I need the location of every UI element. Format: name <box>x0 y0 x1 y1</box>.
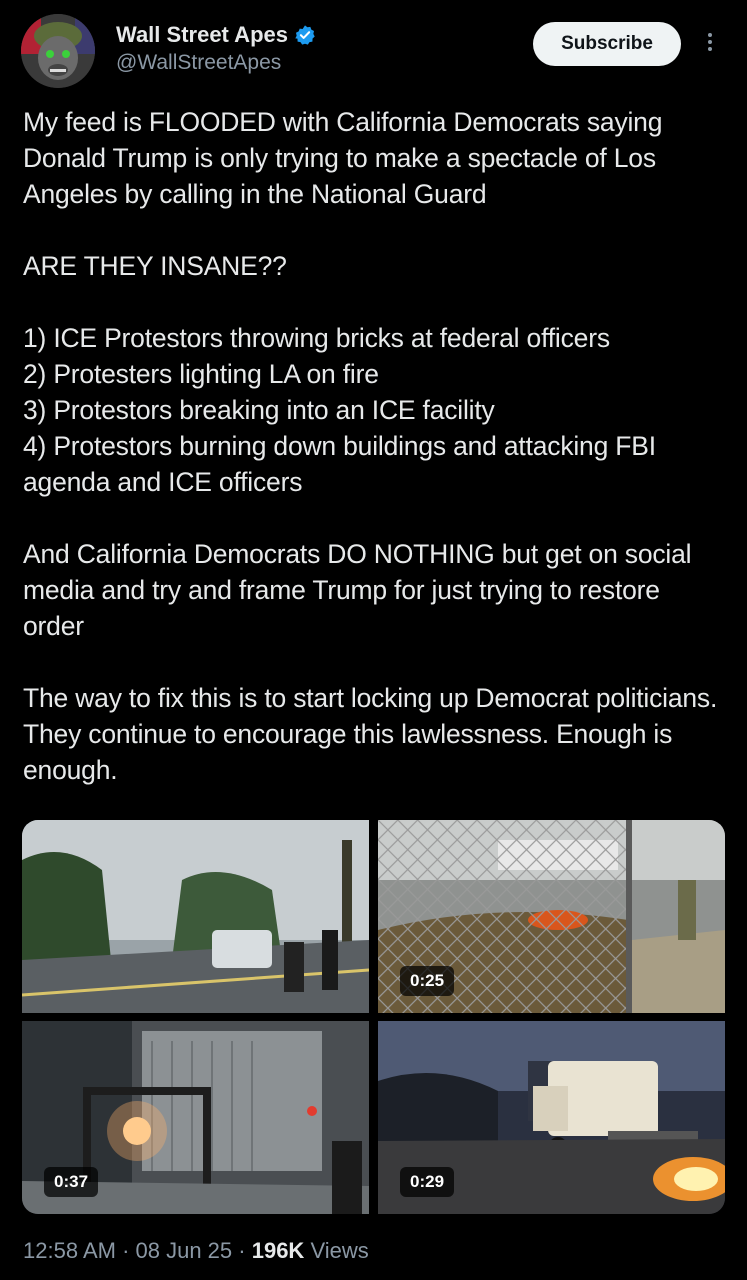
author-handle[interactable]: @WallStreetApes <box>116 51 281 75</box>
tweet-header: Wall Street Apes @WallStreetApes Subscri… <box>0 0 747 100</box>
views-count: 196K <box>251 1238 305 1263</box>
meta-separator: · <box>232 1238 252 1263</box>
tweet-list-item: 1) ICE Protestors throwing bricks at fed… <box>23 323 610 353</box>
tweet-paragraph: The way to fix this is to start locking … <box>23 683 718 785</box>
tweet-list-item: 2) Protesters lighting LA on fire <box>23 359 379 389</box>
tweet-list-item: 3) Protestors breaking into an ICE facil… <box>23 395 495 425</box>
meta-separator: · <box>115 1238 136 1263</box>
post-date[interactable]: 08 Jun 25 <box>136 1238 233 1263</box>
tweet-paragraph: ARE THEY INSANE?? <box>23 251 287 281</box>
tweet-paragraph: My feed is FLOODED with California Democ… <box>23 107 663 209</box>
subscribe-button[interactable]: Subscribe <box>533 22 681 66</box>
post-time[interactable]: 12:58 AM <box>23 1238 116 1263</box>
video-duration-badge: 0:25 <box>400 966 455 996</box>
author-name-row: Wall Street Apes <box>116 22 316 48</box>
video-duration-badge: 0:29 <box>400 1167 455 1197</box>
author-display-name[interactable]: Wall Street Apes <box>116 22 288 48</box>
tweet-text: My feed is FLOODED with California Democ… <box>23 104 723 788</box>
ape-avatar-icon[interactable] <box>21 14 95 88</box>
fence-fire-video[interactable]: 0:25 <box>378 820 725 1013</box>
tweet-paragraph: And California Democrats DO NOTHING but … <box>23 539 692 641</box>
media-grid: 0:25 0:37 0:29 <box>22 820 725 1214</box>
verified-badge-icon <box>295 25 315 45</box>
video-duration-badge: 0:37 <box>44 1167 99 1197</box>
views-label: Views <box>310 1238 369 1263</box>
tweet-list-item: 4) Protestors burning down buildings and… <box>23 431 656 497</box>
more-vertical-icon[interactable] <box>702 30 718 58</box>
facility-fire-video[interactable]: 0:37 <box>22 1021 369 1214</box>
tweet-meta: 12:58 AM · 08 Jun 25 · 196K Views <box>23 1238 369 1264</box>
burning-truck-video[interactable]: 0:29 <box>378 1021 725 1214</box>
street-clash-video[interactable] <box>22 820 369 1013</box>
